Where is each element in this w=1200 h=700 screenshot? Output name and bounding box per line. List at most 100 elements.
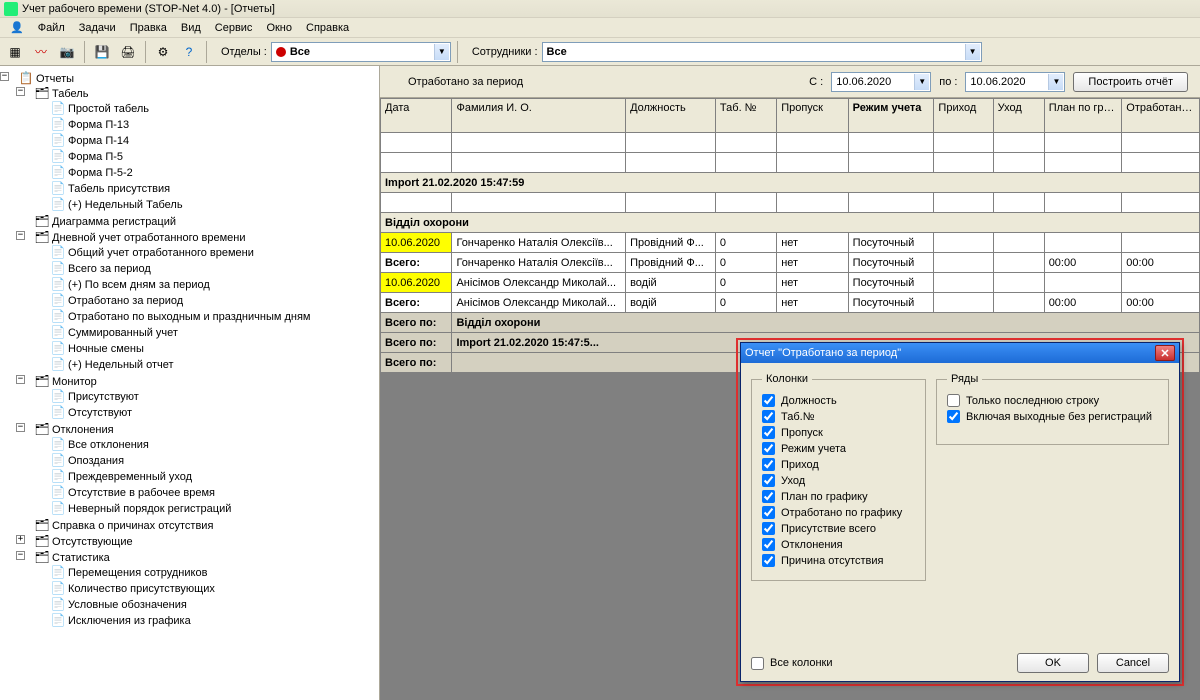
tree-toggle[interactable]: − [16, 423, 25, 432]
menu-view[interactable]: Вид [175, 20, 207, 36]
column-header[interactable]: Приход [934, 99, 993, 133]
menu-file[interactable]: Файл [32, 20, 71, 36]
tree-item[interactable]: Суммированный учет [68, 327, 178, 339]
tree-item[interactable]: (+) По всем дням за период [68, 279, 210, 291]
tree-item[interactable]: Отсутствуют [68, 407, 132, 419]
column-checkbox[interactable]: Причина отсутствия [762, 554, 915, 567]
dialog-titlebar[interactable]: Отчет "Отработано за период" ✕ [741, 343, 1179, 363]
tree-item[interactable]: Простой табель [68, 103, 149, 115]
column-header[interactable]: Должность [626, 99, 716, 133]
table-row[interactable]: 10.06.2020Анісімов Олександр Миколай...в… [381, 273, 1200, 293]
tree-item[interactable]: (+) Недельный отчет [68, 359, 174, 371]
column-checkbox[interactable]: Отклонения [762, 538, 915, 551]
tree-toggle[interactable]: − [0, 72, 9, 81]
tree-item[interactable]: Табель присутствия [68, 183, 170, 195]
column-header[interactable]: Фамилия И. О. [452, 99, 626, 133]
tree-item[interactable]: Отработано за период [68, 295, 183, 307]
column-checkbox[interactable]: Присутствие всего [762, 522, 915, 535]
tree-item[interactable]: Общий учет отработанного времени [68, 247, 254, 259]
tree-item[interactable]: Отсутствие в рабочее время [68, 487, 215, 499]
tree-daily[interactable]: Дневной учет отработанного времени [52, 232, 246, 244]
tree-item[interactable]: Количество присутствующих [68, 583, 215, 595]
tree-toggle[interactable]: − [16, 87, 25, 96]
tree-item[interactable]: Условные обозначения [68, 599, 187, 611]
tree-item[interactable]: Неверный порядок регистраций [68, 503, 231, 515]
column-checkbox[interactable]: Должность [762, 394, 915, 407]
table-row[interactable]: Всего:Анісімов Олександр Миколай...водій… [381, 293, 1200, 313]
column-header[interactable]: Отработано по графику [1122, 99, 1200, 133]
toolbar-btn-1[interactable]: ▦ [4, 41, 26, 63]
column-header[interactable]: Режим учета [848, 99, 934, 133]
menu-service[interactable]: Сервис [209, 20, 259, 36]
ok-button[interactable]: OK [1017, 653, 1089, 673]
tree-diag[interactable]: Диаграмма регистраций [52, 216, 176, 228]
cancel-button[interactable]: Cancel [1097, 653, 1169, 673]
tree-item[interactable]: Присутствуют [68, 391, 139, 403]
tree-toggle[interactable]: + [16, 535, 25, 544]
table-row[interactable]: 10.06.2020Гончаренко Наталія Олексіїв...… [381, 233, 1200, 253]
column-header[interactable]: Дата [381, 99, 452, 133]
from-date-field[interactable]: 10.06.2020▼ [831, 72, 931, 92]
tree-item[interactable]: Всего за период [68, 263, 151, 275]
toolbar-settings-icon[interactable]: ⚙ [152, 41, 174, 63]
build-report-button[interactable]: Построить отчёт [1073, 72, 1188, 92]
tree-tabel[interactable]: Табель [52, 88, 88, 100]
toolbar-btn-4[interactable]: 💾 [91, 41, 113, 63]
column-checkbox[interactable]: Режим учета [762, 442, 915, 455]
employees-combo[interactable]: Все ▼ [542, 42, 982, 62]
tree-item[interactable]: Перемещения сотрудников [68, 567, 207, 579]
menu-edit[interactable]: Правка [124, 20, 173, 36]
toolbar-help-icon[interactable]: ? [178, 41, 200, 63]
tree-item[interactable]: Ночные смены [68, 343, 144, 355]
column-checkbox[interactable]: Приход [762, 458, 915, 471]
tree-item[interactable]: Все отклонения [68, 439, 149, 451]
tree-toggle[interactable]: − [16, 231, 25, 240]
toolbar-btn-3[interactable]: 📷 [56, 41, 78, 63]
menu-window[interactable]: Окно [260, 20, 298, 36]
table-row[interactable]: Всего:Гончаренко Наталія Олексіїв...Пров… [381, 253, 1200, 273]
to-date-field[interactable]: 10.06.2020▼ [965, 72, 1065, 92]
chevron-down-icon[interactable]: ▼ [914, 74, 929, 90]
menu-tasks[interactable]: Задачи [73, 20, 122, 36]
chevron-down-icon[interactable]: ▼ [434, 44, 449, 60]
toolbar-btn-2[interactable]: 〰 [30, 41, 52, 63]
column-header[interactable]: Пропуск [777, 99, 848, 133]
column-header[interactable]: План по графику [1044, 99, 1122, 133]
column-checkbox[interactable]: Пропуск [762, 426, 915, 439]
tree-stats[interactable]: Статистика [52, 552, 110, 564]
column-checkbox[interactable]: Уход [762, 474, 915, 487]
tree-item[interactable]: (+) Недельный Табель [68, 199, 183, 211]
column-checkbox[interactable]: План по графику [762, 490, 915, 503]
tree-absence-cert[interactable]: Справка о причинах отсутствия [52, 520, 213, 532]
tree-item[interactable]: Форма П-5 [68, 151, 123, 163]
all-columns-checkbox[interactable]: Все колонки [751, 657, 833, 670]
menu-help[interactable]: Справка [300, 20, 355, 36]
departments-combo[interactable]: Все ▼ [271, 42, 451, 62]
close-icon[interactable]: ✕ [1155, 345, 1175, 361]
tree-dev[interactable]: Отклонения [52, 424, 114, 436]
tree-toggle[interactable]: − [16, 375, 25, 384]
chevron-down-icon[interactable]: ▼ [965, 44, 980, 60]
tree-toggle[interactable]: − [16, 551, 25, 560]
column-checkbox[interactable]: Отработано по графику [762, 506, 915, 519]
toolbar-print-icon[interactable]: 🖨 [117, 41, 139, 63]
row-checkbox[interactable]: Только последнюю строку [947, 394, 1158, 407]
tree-root[interactable]: Отчеты [36, 73, 74, 85]
tree-item[interactable]: Форма П-5-2 [68, 167, 133, 179]
row-checkbox[interactable]: Включая выходные без регистраций [947, 410, 1158, 423]
tree-item[interactable]: Исключения из графика [68, 615, 191, 627]
tree-item[interactable]: Опоздания [68, 455, 124, 467]
tree-item[interactable]: Отработано по выходным и праздничным дня… [68, 311, 311, 323]
tree-item[interactable]: Преждевременный уход [68, 471, 192, 483]
report-title: Отработано за период [408, 76, 523, 88]
column-header[interactable]: Таб. № [715, 99, 776, 133]
tree-item[interactable]: Форма П-13 [68, 119, 129, 131]
chevron-down-icon[interactable]: ▼ [1048, 74, 1063, 90]
tree-item[interactable]: Форма П-14 [68, 135, 129, 147]
tree-monitor[interactable]: Монитор [52, 376, 97, 388]
report-header: Отработано за период С : 10.06.2020▼ по … [380, 66, 1200, 98]
report-grid[interactable]: ДатаФамилия И. О.ДолжностьТаб. №ПропускР… [380, 98, 1200, 373]
tree-absent[interactable]: Отсутствующие [52, 536, 133, 548]
column-checkbox[interactable]: Таб.№ [762, 410, 915, 423]
column-header[interactable]: Уход [993, 99, 1044, 133]
